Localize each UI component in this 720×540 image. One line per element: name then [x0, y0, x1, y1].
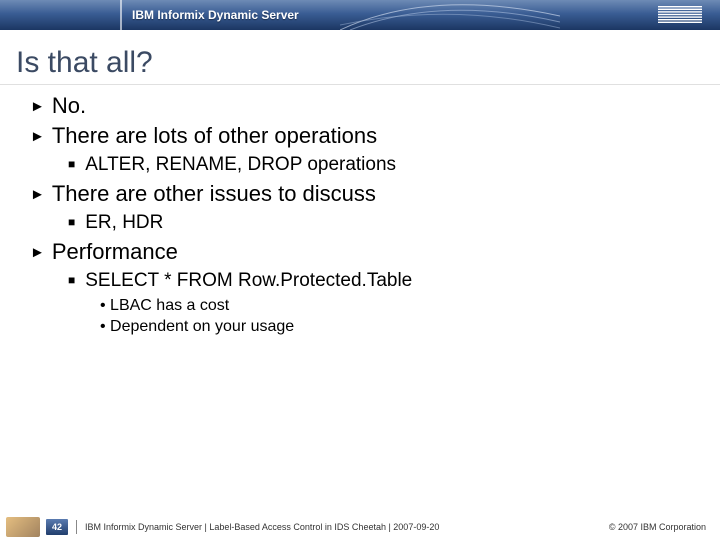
bullet-performance: ► Performance	[30, 239, 700, 265]
bullet-text: Dependent on your usage	[110, 318, 294, 335]
bullet-text: No.	[52, 93, 86, 119]
bullet-lots-ops: ► There are lots of other operations	[30, 123, 700, 149]
header-swoosh	[340, 0, 560, 30]
footer-text: IBM Informix Dynamic Server | Label-Base…	[85, 522, 609, 532]
subbullet-alter-rename-drop: ■ ALTER, RENAME, DROP operations	[68, 154, 700, 176]
footer-bar: 42 IBM Informix Dynamic Server | Label-B…	[0, 514, 720, 540]
subbullet-er-hdr: ■ ER, HDR	[68, 212, 700, 234]
bullet-no: ► No.	[30, 93, 700, 119]
square-bullet-icon: ■	[68, 273, 75, 287]
bullet-text: ER, HDR	[85, 212, 163, 234]
triangle-bullet-icon: ►	[30, 244, 45, 261]
ibm-logo-icon	[658, 6, 702, 24]
bullet-text: LBAC has a cost	[110, 297, 229, 314]
triangle-bullet-icon: ►	[30, 98, 45, 115]
square-bullet-icon: ■	[68, 215, 75, 229]
subsubbullet-lbac-cost: • LBAC has a cost	[100, 297, 700, 315]
slide-title: Is that all?	[0, 30, 720, 85]
footer-decorative-icon	[6, 517, 40, 537]
bullet-text: There are other issues to discuss	[52, 181, 376, 207]
bullet-text: Performance	[52, 239, 178, 265]
footer-separator	[76, 520, 77, 534]
slide-body: ► No. ► There are lots of other operatio…	[0, 85, 720, 336]
triangle-bullet-icon: ►	[30, 128, 45, 145]
square-bullet-icon: ■	[68, 157, 75, 171]
bullet-text: ALTER, RENAME, DROP operations	[85, 154, 396, 176]
page-number: 42	[46, 519, 68, 535]
header-accent-block	[0, 0, 122, 30]
subsubbullet-usage: • Dependent on your usage	[100, 318, 700, 336]
product-name: IBM Informix Dynamic Server	[122, 8, 299, 22]
bullet-other-issues: ► There are other issues to discuss	[30, 181, 700, 207]
footer-copyright: © 2007 IBM Corporation	[609, 522, 720, 532]
bullet-text: SELECT * FROM Row.Protected.Table	[85, 270, 412, 292]
subbullet-select-query: ■ SELECT * FROM Row.Protected.Table	[68, 270, 700, 292]
header-bar: IBM Informix Dynamic Server	[0, 0, 720, 30]
triangle-bullet-icon: ►	[30, 186, 45, 203]
bullet-text: There are lots of other operations	[52, 123, 377, 149]
